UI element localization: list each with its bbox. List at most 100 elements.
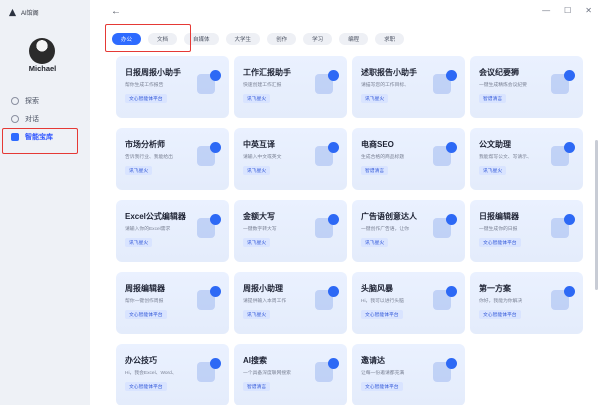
highlight-box-tabs xyxy=(105,24,191,52)
assistant-card[interactable]: 周报小助理 请提供输入本周工作 讯飞星火 xyxy=(234,272,347,334)
assistant-icon xyxy=(315,70,339,94)
assistant-card[interactable]: 广告语创意达人 一键创作广告语，让你 讯飞星火 xyxy=(352,200,465,262)
card-platform-tag: 文心智能体平台 xyxy=(479,310,521,319)
tab-coding[interactable]: 编程 xyxy=(339,33,369,45)
card-description: 请输入中文或英文 xyxy=(243,155,282,160)
card-title: AI搜索 xyxy=(243,356,267,365)
assistant-card[interactable]: 周报编辑器 帮你一键创作周报 文心智能体平台 xyxy=(116,272,229,334)
card-title: 电商SEO xyxy=(361,140,394,149)
tab-student[interactable]: 大学生 xyxy=(225,33,261,45)
compass-icon xyxy=(11,97,19,105)
card-platform-tag: 讯飞星火 xyxy=(361,238,389,247)
card-description: 快速创建工作汇报 xyxy=(243,83,282,88)
assistant-icon xyxy=(551,142,575,166)
sidebar-item-chat[interactable]: 对话 xyxy=(0,110,90,128)
card-title: 述职报告小助手 xyxy=(361,68,417,77)
assistant-card[interactable]: 市场分析师 告诉我行业、我能给出 讯飞星火 xyxy=(116,128,229,190)
tab-creation[interactable]: 创作 xyxy=(267,33,297,45)
card-title: 周报编辑器 xyxy=(125,284,165,293)
assistant-icon xyxy=(197,286,221,310)
assistant-icon xyxy=(197,142,221,166)
card-platform-tag: 文心智能体平台 xyxy=(125,382,167,391)
scrollbar[interactable] xyxy=(595,140,598,290)
card-description: 帮你生成工作报告 xyxy=(125,83,164,88)
assistant-card[interactable]: 第一方案你好，我能为你解决文心智能体平台 xyxy=(470,272,583,334)
sidebar-item-label: 对话 xyxy=(25,116,39,123)
card-title: 第一方案 xyxy=(479,284,511,293)
card-description: Hi，我可以进行头脑 xyxy=(361,299,404,304)
card-description: 一键数字转大写 xyxy=(243,227,277,232)
card-title: 金额大写 xyxy=(243,212,275,221)
assistant-card[interactable]: 邀请达 让每一份邀请都充满 文心智能体平台 xyxy=(352,344,465,405)
app-title-text: AI馆阁 xyxy=(21,11,39,17)
assistant-icon xyxy=(197,358,221,382)
card-platform-tag: 讯飞星火 xyxy=(243,166,271,175)
assistant-card[interactable]: 会议纪要狮 一键生成精炼会议纪要 智谱清言 xyxy=(470,56,583,118)
assistant-card[interactable]: 办公技巧 Hi，我会Excel、Word、文心智能体平台 xyxy=(116,344,229,405)
assistant-icon xyxy=(315,286,339,310)
card-title: 公文助理 xyxy=(479,140,511,149)
app-title: AI馆阁 xyxy=(8,8,39,17)
card-platform-tag: 讯飞星火 xyxy=(125,238,153,247)
card-description: 你好，我能为你解决 xyxy=(479,299,523,304)
card-title: 周报小助理 xyxy=(243,284,283,293)
assistant-card[interactable]: 电商SEO 生成合格的商品标题 智谱清言 xyxy=(352,128,465,190)
assistant-icon xyxy=(433,286,457,310)
minimize-icon[interactable]: — xyxy=(542,6,550,15)
main-panel: ← — ☐ ✕ 办公 文档 自媒体 大学生 创作 学习 编程 求职 日报周报小助… xyxy=(90,0,600,405)
assistant-card[interactable]: 中英互译 请输入中文或英文 讯飞星火 xyxy=(234,128,347,190)
assistant-icon xyxy=(433,358,457,382)
card-title: 广告语创意达人 xyxy=(361,212,417,221)
assistant-icon xyxy=(433,70,457,94)
card-title: Excel公式编辑器 xyxy=(125,212,186,221)
assistant-card[interactable]: 工作汇报助手 快速创建工作汇报 讯飞星火 xyxy=(234,56,347,118)
assistant-icon xyxy=(433,214,457,238)
card-platform-tag: 文心智能体平台 xyxy=(479,238,521,247)
highlight-box-sidebar xyxy=(2,128,78,154)
close-icon[interactable]: ✕ xyxy=(585,6,592,15)
card-title: 市场分析师 xyxy=(125,140,165,149)
chat-icon xyxy=(11,115,19,123)
sidebar-item-explore[interactable]: 探索 xyxy=(0,92,90,110)
card-description: 一个具备深度联网搜索 xyxy=(243,371,291,376)
assistant-card[interactable]: 头脑风暴 Hi，我可以进行头脑 文心智能体平台 xyxy=(352,272,465,334)
card-platform-tag: 文心智能体平台 xyxy=(125,94,167,103)
assistant-card[interactable]: Excel公式编辑器 请输入你的Excel需求 讯飞星火 xyxy=(116,200,229,262)
assistant-icon xyxy=(433,142,457,166)
assistant-card[interactable]: 公文助理 我能帮写公文、写请示、 讯飞星火 xyxy=(470,128,583,190)
assistant-card[interactable]: 日报周报小助手 帮你生成工作报告 文心智能体平台 xyxy=(116,56,229,118)
card-platform-tag: 智谱清言 xyxy=(243,382,271,391)
card-platform-tag: 讯飞星火 xyxy=(243,238,271,247)
card-title: 办公技巧 xyxy=(125,356,157,365)
username: Michael xyxy=(28,64,57,73)
card-description: 一键生成精炼会议纪要 xyxy=(479,83,527,88)
assistant-icon xyxy=(315,142,339,166)
maximize-icon[interactable]: ☐ xyxy=(564,6,571,15)
assistant-grid: 日报周报小助手 帮你生成工作报告 文心智能体平台 工作汇报助手 快速创建工作汇报 讯飞星火… xyxy=(116,56,586,405)
card-title: 日报编辑器 xyxy=(479,212,519,221)
card-platform-tag: 文心智能体平台 xyxy=(361,382,403,391)
assistant-card[interactable]: 金额大写一键数字转大写讯飞星火 xyxy=(234,200,347,262)
back-arrow-icon[interactable]: ← xyxy=(111,6,121,17)
card-platform-tag: 讯飞星火 xyxy=(243,310,271,319)
sidebar-item-label: 探索 xyxy=(25,98,39,105)
card-description: 告诉我行业、我能给出 xyxy=(125,155,173,160)
assistant-icon xyxy=(551,286,575,310)
assistant-card[interactable]: AI搜索一个具备深度联网搜索智谱清言 xyxy=(234,344,347,405)
tab-job[interactable]: 求职 xyxy=(375,33,405,45)
card-title: 头脑风暴 xyxy=(361,284,393,293)
assistant-icon xyxy=(315,358,339,382)
card-title: 工作汇报助手 xyxy=(243,68,291,77)
card-platform-tag: 讯飞星火 xyxy=(361,94,389,103)
sidebar: AI馆阁 Michael 探索 对话 智能宝库 xyxy=(0,0,90,405)
app-logo-icon xyxy=(8,8,17,17)
card-description: 生成合格的商品标题 xyxy=(361,155,405,160)
tab-study[interactable]: 学习 xyxy=(303,33,333,45)
card-description: 请描写您的工作目标、 xyxy=(361,83,409,88)
assistant-card[interactable]: 述职报告小助手请描写您的工作目标、讯飞星火 xyxy=(352,56,465,118)
assistant-icon xyxy=(551,214,575,238)
card-description: Hi，我会Excel、Word、 xyxy=(125,371,177,376)
card-description: 一键生成你的日报 xyxy=(479,227,518,232)
avatar[interactable] xyxy=(29,38,55,64)
assistant-card[interactable]: 日报编辑器一键生成你的日报文心智能体平台 xyxy=(470,200,583,262)
